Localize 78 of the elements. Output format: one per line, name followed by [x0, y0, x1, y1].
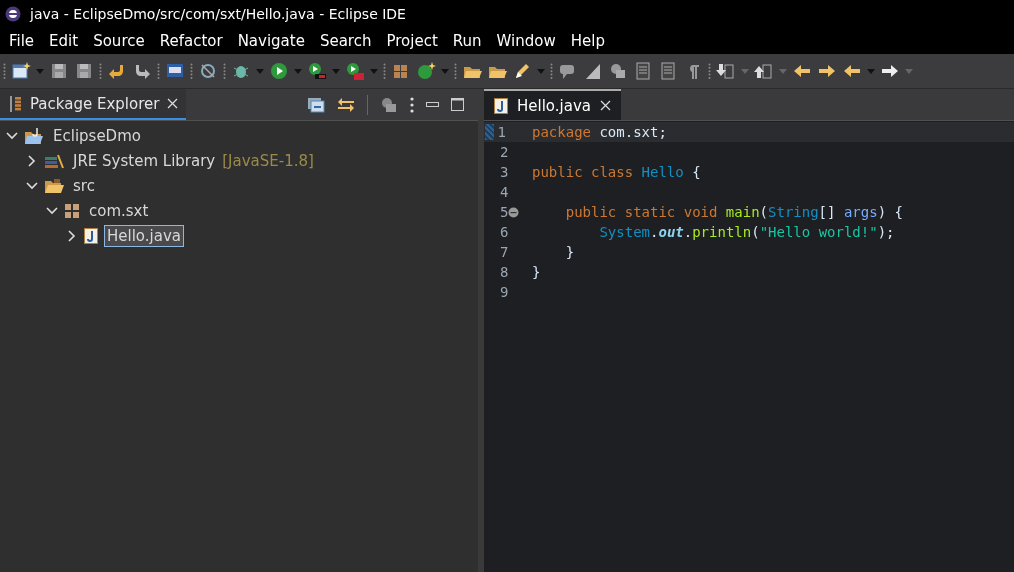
link-arrows-icon[interactable] — [337, 96, 355, 113]
toolbar-grip-icon — [454, 62, 457, 80]
shapes-icon[interactable] — [380, 96, 398, 113]
menu-item[interactable]: Edit — [42, 32, 87, 50]
play-icon[interactable] — [307, 61, 327, 81]
package-explorer-icon — [10, 95, 22, 112]
menu-item[interactable]: File — [2, 32, 43, 50]
tree-item[interactable]: src — [70, 174, 98, 197]
toolbar-grip-icon — [223, 62, 226, 80]
close-icon[interactable] — [599, 100, 611, 111]
document-icon[interactable] — [658, 61, 678, 81]
menu-item[interactable]: Project — [379, 32, 446, 50]
line-number: 1 — [496, 124, 506, 140]
line-number: 9 — [500, 284, 509, 300]
play-icon[interactable] — [269, 61, 289, 81]
fold-toggle-icon[interactable] — [508, 206, 520, 218]
expanded-chevron-icon[interactable] — [6, 129, 18, 142]
code-line: public class Hello { — [532, 164, 701, 180]
library-version-label: [JavaSE-1.8] — [222, 151, 314, 170]
toolbar-grip-icon — [550, 62, 553, 80]
document-icon[interactable] — [633, 61, 653, 81]
toolbox-icon[interactable] — [345, 61, 365, 81]
expanded-chevron-icon[interactable] — [46, 204, 58, 217]
tree-item[interactable]: Hello.java — [104, 224, 184, 247]
tree-item[interactable]: JRE System Library — [70, 149, 219, 172]
close-icon[interactable] — [167, 98, 179, 109]
menu-item[interactable]: Navigate — [230, 32, 313, 50]
toolbar-grip-icon — [99, 62, 102, 80]
maximize-icon[interactable] — [451, 98, 464, 111]
line-number: 2 — [500, 144, 509, 160]
tree-item[interactable]: EclipseDmo — [50, 124, 144, 147]
toolbar-grip-icon — [383, 62, 386, 80]
menu-item[interactable]: Search — [312, 32, 380, 50]
new-file-icon[interactable] — [11, 61, 31, 81]
menu-item[interactable]: Window — [489, 32, 564, 50]
collapsed-chevron-icon[interactable] — [26, 154, 38, 167]
expanded-chevron-icon[interactable] — [26, 179, 38, 192]
view-tab[interactable]: Package Explorer — [0, 89, 187, 120]
menu-item[interactable]: Source — [86, 32, 153, 50]
package-icon — [64, 202, 80, 219]
collapsed-chevron-icon[interactable] — [66, 229, 78, 242]
source-folder-icon — [44, 177, 64, 194]
toolbar-grip-icon — [708, 62, 711, 80]
menu-item[interactable]: Run — [445, 32, 490, 50]
minimize-icon[interactable] — [426, 101, 439, 108]
crossed-circle-icon[interactable] — [198, 61, 218, 81]
line-number: 8 — [500, 264, 509, 280]
editor-tab[interactable]: Hello.java — [484, 89, 621, 120]
more-options-icon[interactable] — [410, 96, 414, 113]
app-logo-icon — [4, 5, 22, 23]
save-icon[interactable] — [49, 61, 69, 81]
line-number: 3 — [500, 164, 509, 180]
save-all-icon[interactable] — [74, 61, 94, 81]
new-class-icon[interactable] — [416, 61, 436, 81]
menu-item[interactable]: Refactor — [152, 32, 231, 50]
tree-item[interactable]: com.sxt — [86, 199, 152, 222]
toolbar-grip-icon — [190, 62, 193, 80]
toolbar-grip-icon — [3, 62, 6, 80]
code-line: public static void main(String[] args) { — [564, 204, 903, 220]
line-number: 5 — [500, 204, 509, 220]
code-line: System.out.println("Hello world!"); — [598, 224, 895, 240]
shapes-icon[interactable] — [608, 61, 628, 81]
java-file-icon — [84, 227, 98, 244]
menu-item[interactable]: Help — [563, 32, 613, 50]
line-number: 7 — [500, 244, 509, 260]
line-number: 4 — [500, 184, 509, 200]
code-line: } — [564, 244, 575, 260]
books-icon — [44, 152, 64, 169]
collapse-all-icon[interactable] — [307, 96, 325, 113]
toolbar-grip-icon — [157, 62, 160, 80]
java-file-icon — [494, 97, 508, 114]
window-title: java - EclipseDmo/src/com/sxt/Hello.java - Eclipse IDE — [30, 6, 406, 22]
up-arrow-icon[interactable] — [754, 61, 774, 81]
code-line: } — [532, 264, 541, 280]
code-line: package com.sxt; — [532, 124, 667, 140]
project-folder-icon — [24, 126, 44, 145]
line-number: 6 — [500, 224, 509, 240]
down-arrow-icon[interactable] — [716, 61, 736, 81]
